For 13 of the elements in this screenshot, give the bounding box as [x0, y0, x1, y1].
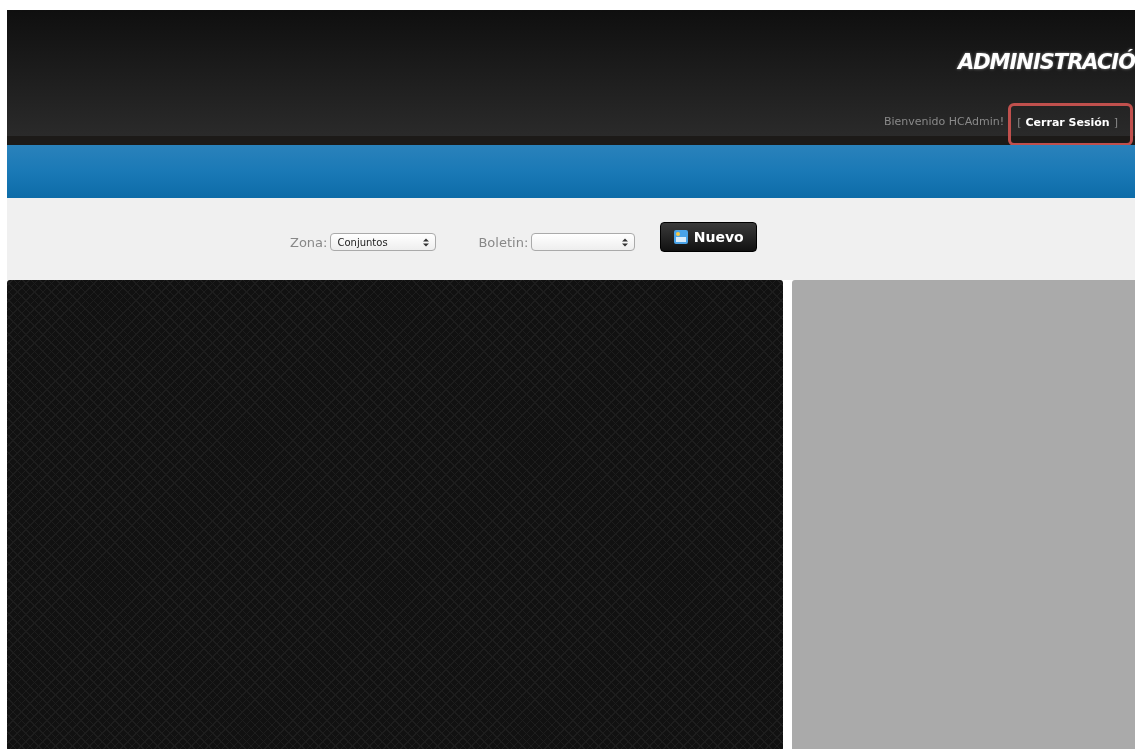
field-label: Zona: [290, 234, 328, 250]
field-label: Boletin: [478, 234, 529, 250]
logout-link[interactable]: Cerrar Sesión [1025, 116, 1110, 129]
dropdown-arrows-icon [622, 237, 629, 247]
image-icon [673, 230, 688, 244]
page-title: ADMINISTRACIÓ [957, 50, 1135, 74]
new-button[interactable]: Nuevo [660, 222, 758, 252]
select-field[interactable] [531, 233, 636, 251]
bracket-text: ] [1113, 116, 1118, 129]
select-field[interactable]: Conjuntos [330, 233, 437, 251]
bracket-text: [ [1017, 116, 1022, 129]
dropdown-arrows-icon [423, 237, 430, 247]
welcome-text: Bienvenido HCAdmin! [883, 115, 1005, 128]
